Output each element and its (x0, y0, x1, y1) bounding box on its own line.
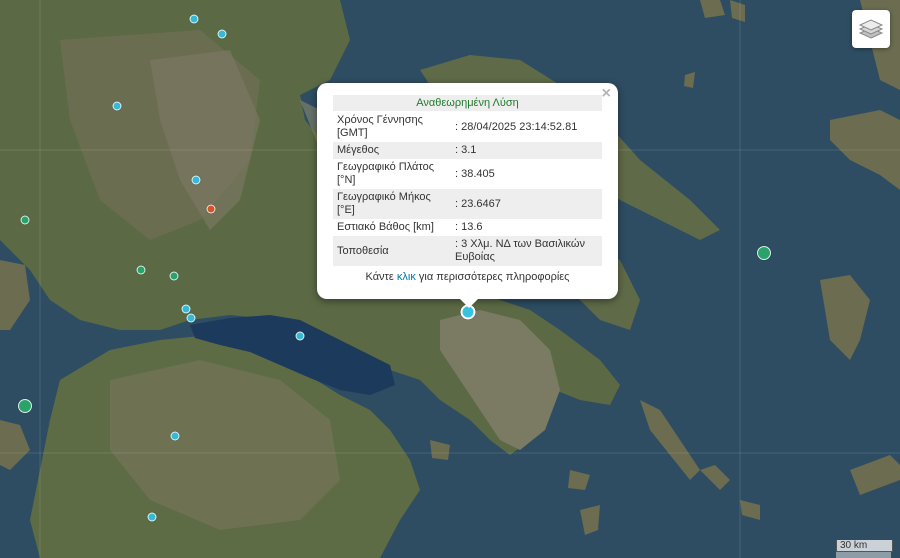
earthquake-marker[interactable] (757, 246, 771, 260)
earthquake-marker[interactable] (136, 265, 146, 275)
row-value: : 3 Χλμ. ΝΔ των Βασιλικών Ευβοίας (451, 236, 602, 266)
earthquake-marker[interactable] (295, 331, 305, 341)
earthquake-marker[interactable] (169, 271, 179, 281)
attribution-strip (836, 552, 891, 558)
earthquake-marker[interactable] (147, 512, 157, 522)
table-row: Γεωγραφικό Πλάτος [°N] : 38.405 (333, 159, 602, 189)
earthquake-marker[interactable] (20, 215, 30, 225)
row-value: : 13.6 (455, 221, 483, 233)
earthquake-marker[interactable] (191, 175, 201, 185)
earthquake-info-popup: × Αναθεωρημένη Λύση Χρόνος Γέννησης [GMT… (317, 83, 618, 308)
layers-icon (858, 19, 884, 39)
more-info-prefix: Κάντε (365, 271, 397, 283)
row-value: : 28/04/2025 23:14:52.81 (455, 120, 578, 133)
earthquake-marker[interactable] (186, 313, 196, 323)
more-info-suffix: για περισσότερες πληροφορίες (415, 271, 570, 283)
earthquake-details-table: Χρόνος Γέννησης [GMT] : 28/04/2025 23:14:… (333, 112, 602, 266)
row-value: : 38.405 (455, 167, 495, 180)
earthquake-marker[interactable] (206, 204, 216, 214)
table-row: Χρόνος Γέννησης [GMT] : 28/04/2025 23:14:… (333, 112, 602, 142)
earthquake-marker[interactable] (18, 399, 32, 413)
row-value: : 3.1 (451, 142, 602, 159)
row-label: Γεωγραφικό Μήκος [°E] (333, 189, 451, 219)
earthquake-marker[interactable] (181, 304, 191, 314)
row-label: Χρόνος Γέννησης [GMT] (337, 114, 423, 139)
more-info-link[interactable]: κλικ (397, 271, 416, 283)
more-info-line: Κάντε κλικ για περισσότερες πληροφορίες (333, 271, 602, 283)
table-row: Εστιακό Βάθος [km] : 13.6 (333, 219, 602, 236)
earthquake-marker[interactable] (112, 101, 122, 111)
table-row: Γεωγραφικό Μήκος [°E]: 23.6467 (333, 189, 602, 219)
earthquake-marker[interactable] (189, 14, 199, 24)
table-row: Μέγεθος: 3.1 (333, 142, 602, 159)
row-label: Γεωγραφικό Πλάτος [°N] (337, 161, 435, 186)
table-row: Τοποθεσία: 3 Χλμ. ΝΔ των Βασιλικών Ευβοί… (333, 236, 602, 266)
row-label: Μέγεθος (333, 142, 451, 159)
map-scale-bar: 30 km (836, 540, 893, 552)
popup-title: Αναθεωρημένη Λύση (333, 95, 602, 111)
row-label: Τοποθεσία (333, 236, 451, 266)
earthquake-marker[interactable] (217, 29, 227, 39)
row-value: : 23.6467 (451, 189, 602, 219)
row-label: Εστιακό Βάθος [km] (337, 221, 434, 233)
close-icon[interactable]: × (602, 85, 611, 103)
layers-control-button[interactable] (852, 10, 890, 48)
earthquake-marker[interactable] (170, 431, 180, 441)
